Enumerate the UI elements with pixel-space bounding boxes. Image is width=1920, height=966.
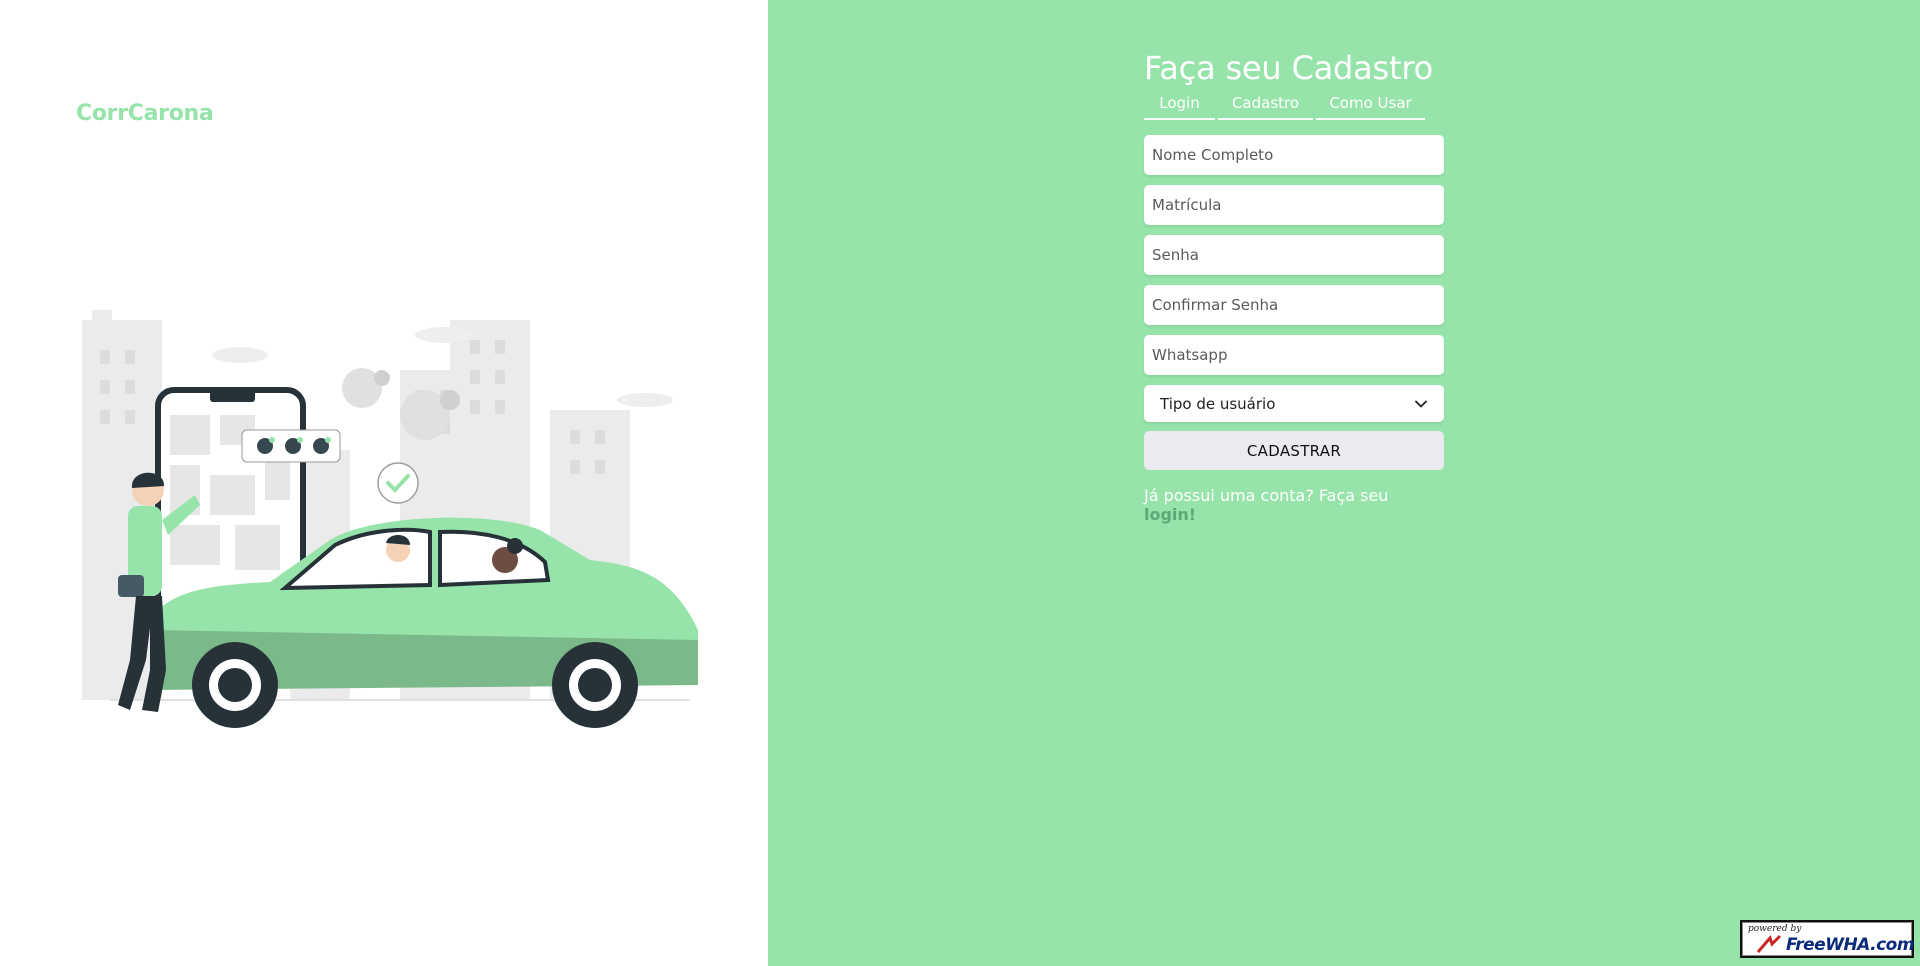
- register-button[interactable]: CADASTRAR: [1144, 431, 1444, 470]
- login-link[interactable]: login!: [1144, 505, 1196, 524]
- carpool-illustration: [82, 310, 698, 728]
- badge-caption: powered by: [1748, 924, 1802, 934]
- confirm-password-input[interactable]: [1144, 285, 1444, 325]
- tab-login[interactable]: Login: [1144, 90, 1215, 120]
- brand-logo[interactable]: CorrCarona: [76, 101, 214, 126]
- page-title: Faça seu Cadastro: [1144, 49, 1433, 87]
- user-type-select[interactable]: Tipo de usuário: [1144, 385, 1444, 422]
- user-type-selected: Tipo de usuário: [1160, 394, 1276, 413]
- full-name-input[interactable]: [1144, 135, 1444, 175]
- password-input[interactable]: [1144, 235, 1444, 275]
- signup-form: Faça seu Cadastro Login Cadastro Como Us…: [1144, 48, 1444, 524]
- form-tabs: Login Cadastro Como Usar: [1144, 90, 1444, 120]
- login-prompt: Já possui uma conta? Faça seu login!: [1144, 486, 1444, 524]
- powered-by-badge[interactable]: powered by FreeWHA.com: [1740, 920, 1915, 958]
- whatsapp-input[interactable]: [1144, 335, 1444, 375]
- badge-logo-icon: [1756, 934, 1782, 953]
- login-prompt-text: Já possui uma conta? Faça seu: [1144, 486, 1389, 505]
- tab-como-usar[interactable]: Como Usar: [1316, 90, 1425, 120]
- form-fields: Tipo de usuário CADASTRAR: [1144, 135, 1444, 470]
- left-panel: CorrCarona: [0, 0, 768, 966]
- tab-cadastro[interactable]: Cadastro: [1218, 90, 1313, 120]
- badge-brand: FreeWHA.com: [1786, 935, 1915, 955]
- chevron-down-icon: [1415, 400, 1427, 407]
- registration-input[interactable]: [1144, 185, 1444, 225]
